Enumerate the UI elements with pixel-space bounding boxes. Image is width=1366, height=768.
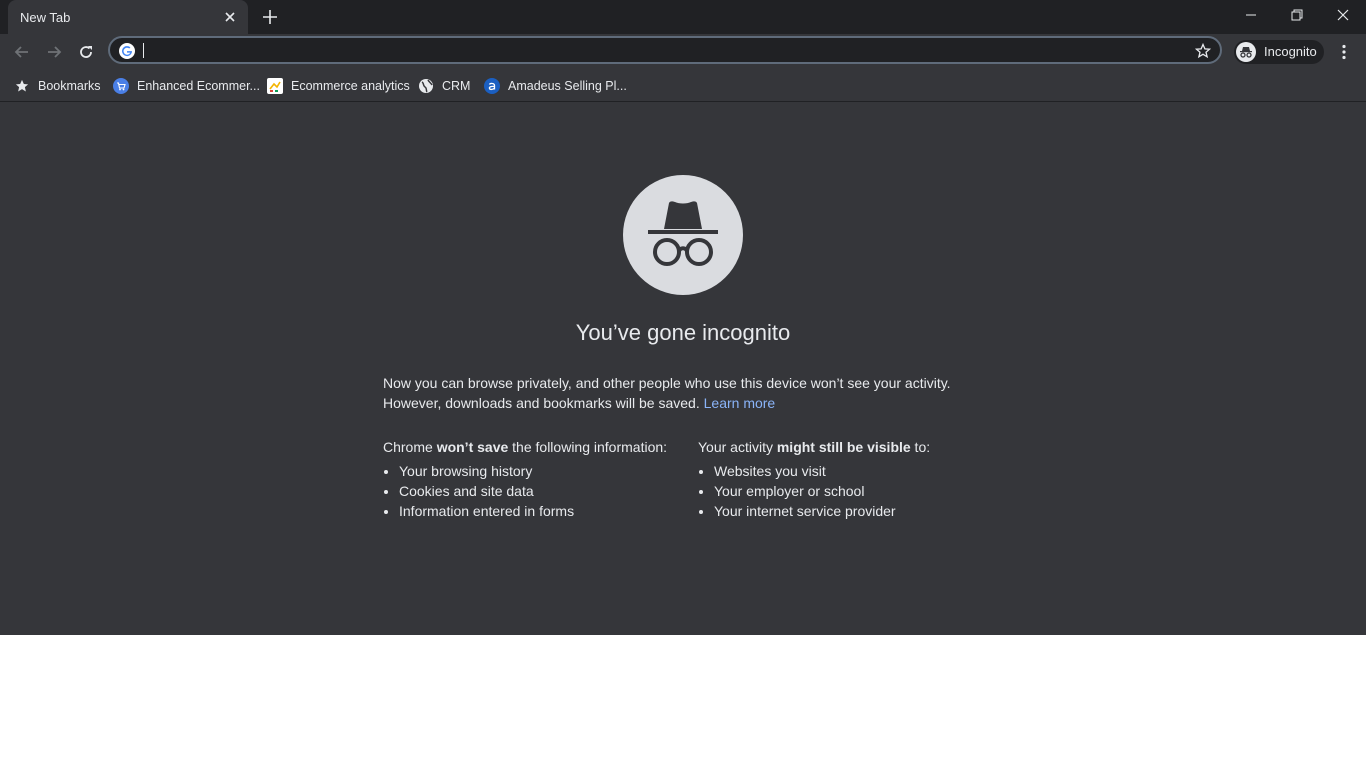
- incognito-icon: [1236, 42, 1256, 62]
- tab-strip: New Tab: [0, 0, 1366, 34]
- restore-icon: [1291, 9, 1303, 21]
- restore-button[interactable]: [1274, 0, 1320, 30]
- bookmarks-bar: Bookmarks Enhanced Ecommer... Ecommerce …: [0, 70, 1366, 102]
- reload-button[interactable]: [72, 38, 100, 66]
- forward-arrow-icon: [48, 46, 62, 58]
- title-text: to:: [910, 439, 931, 455]
- list-item: Your browsing history: [399, 461, 683, 481]
- star-icon: [14, 78, 30, 94]
- bookmark-label: Ecommerce analytics: [291, 79, 410, 93]
- close-window-button[interactable]: [1320, 0, 1366, 30]
- new-tab-button[interactable]: [258, 6, 282, 28]
- cart-icon: [113, 78, 129, 94]
- address-input[interactable]: [142, 40, 1186, 62]
- bookmark-label: Bookmarks: [38, 79, 101, 93]
- still-visible-section: Your activity might still be visible to:…: [698, 437, 998, 521]
- close-icon: [1337, 9, 1349, 21]
- forward-button[interactable]: [40, 38, 68, 66]
- description-line-2-text: However, downloads and bookmarks will be…: [383, 395, 700, 411]
- tab-title: New Tab: [20, 10, 71, 25]
- incognito-description: Now you can browse privately, and other …: [383, 373, 983, 413]
- text-caret: [143, 43, 144, 58]
- wont-save-title: Chrome won’t save the following informat…: [383, 437, 683, 457]
- still-visible-title: Your activity might still be visible to:: [698, 437, 998, 457]
- bookmark-amadeus[interactable]: Amadeus Selling Pl...: [484, 76, 627, 96]
- still-visible-list: Websites you visit Your employer or scho…: [698, 461, 998, 521]
- title-emphasis: won’t save: [436, 439, 509, 455]
- description-line-1: Now you can browse privately, and other …: [383, 375, 951, 391]
- bookmark-bookmarks[interactable]: Bookmarks: [14, 76, 101, 96]
- chrome-menu-button[interactable]: [1336, 40, 1352, 64]
- bookmark-ecommerce-analytics[interactable]: Ecommerce analytics: [267, 76, 410, 96]
- list-item: Websites you visit: [714, 461, 998, 481]
- minimize-icon: [1246, 14, 1256, 16]
- back-arrow-icon: [14, 46, 28, 58]
- plus-icon: [263, 10, 277, 24]
- bookmark-label: Enhanced Ecommer...: [137, 79, 260, 93]
- bookmark-enhanced-ecommerce[interactable]: Enhanced Ecommer...: [113, 76, 260, 96]
- title-emphasis: might still be visible: [776, 439, 911, 455]
- amadeus-icon: [484, 78, 500, 94]
- reload-icon: [80, 46, 92, 58]
- analytics-icon: [267, 78, 283, 94]
- bookmark-label: CRM: [442, 79, 471, 93]
- globe-icon: [418, 78, 434, 94]
- tab-close-icon[interactable]: [220, 7, 240, 27]
- bookmark-star-icon[interactable]: [1194, 42, 1212, 60]
- list-item: Your employer or school: [714, 481, 998, 501]
- title-text: Chrome: [383, 439, 437, 455]
- incognito-label: Incognito: [1264, 44, 1317, 59]
- title-text: the following information:: [508, 439, 668, 455]
- list-item: Your internet service provider: [714, 501, 998, 521]
- minimize-button[interactable]: [1228, 0, 1274, 30]
- incognito-hero-icon: [623, 175, 743, 295]
- title-text: Your activity: [698, 439, 777, 455]
- toolbar: Incognito: [0, 34, 1366, 70]
- bookmark-crm[interactable]: CRM: [418, 76, 470, 96]
- kebab-menu-icon: [1342, 44, 1346, 60]
- wont-save-list: Your browsing history Cookies and site d…: [383, 461, 683, 521]
- bookmark-label: Amadeus Selling Pl...: [508, 79, 627, 93]
- page-headline: You’ve gone incognito: [575, 320, 791, 345]
- list-item: Cookies and site data: [399, 481, 683, 501]
- tab-new-tab[interactable]: New Tab: [8, 0, 248, 34]
- learn-more-link[interactable]: Learn more: [704, 395, 776, 411]
- description-line-2: However, downloads and bookmarks will be…: [383, 393, 983, 413]
- incognito-page: You’ve gone incognito Now you can browse…: [0, 102, 1366, 635]
- list-item: Information entered in forms: [399, 501, 683, 521]
- back-button[interactable]: [8, 38, 36, 66]
- incognito-profile-button[interactable]: Incognito: [1234, 40, 1324, 64]
- address-bar[interactable]: [108, 36, 1222, 64]
- wont-save-section: Chrome won’t save the following informat…: [383, 437, 683, 521]
- google-icon: [119, 43, 135, 59]
